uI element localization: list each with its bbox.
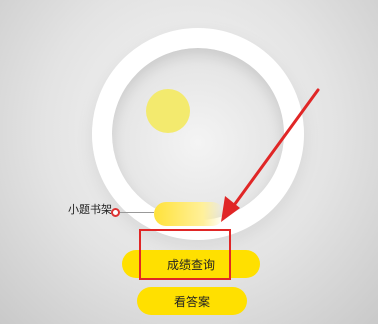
- annotation-arrow-icon: [221, 88, 320, 222]
